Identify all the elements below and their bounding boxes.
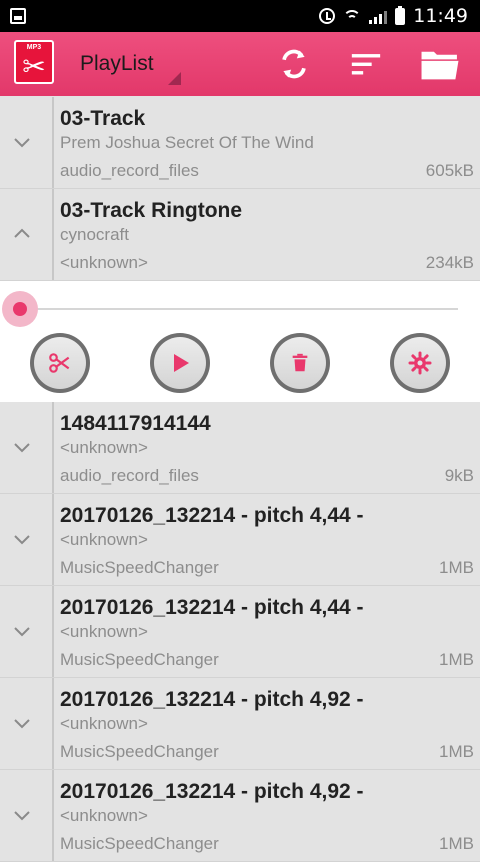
delete-button[interactable]: [270, 333, 330, 393]
chevron-down-icon[interactable]: [12, 808, 32, 822]
chevron-down-icon[interactable]: [12, 440, 32, 454]
sort-icon: [351, 54, 381, 75]
status-icons: 11:49: [319, 0, 468, 32]
track-size: 9kB: [444, 466, 474, 485]
track-title: 20170126_132214 - pitch 4,44 -: [60, 504, 364, 527]
list-item[interactable]: 1484117914144 <unknown> audio_record_fil…: [0, 402, 480, 494]
row-divider: [52, 770, 54, 861]
app-logo-text: MP3: [26, 44, 42, 51]
chevron-down-icon[interactable]: [12, 624, 32, 638]
playlist: 03-Track Prem Joshua Secret Of The Wind …: [0, 97, 480, 862]
sort-button[interactable]: [344, 42, 388, 86]
chevron-down-icon[interactable]: [12, 532, 32, 546]
track-artist: <unknown>: [60, 530, 148, 549]
list-item[interactable]: 20170126_132214 - pitch 4,92 - <unknown>…: [0, 770, 480, 862]
track-title: 03-Track: [60, 107, 146, 130]
seek-bar[interactable]: [20, 308, 458, 310]
track-title: 20170126_132214 - pitch 4,44 -: [60, 596, 364, 619]
track-folder: audio_record_files: [60, 161, 199, 180]
row-divider: [52, 189, 54, 280]
refresh-button[interactable]: [272, 42, 316, 86]
track-size: 1MB: [439, 742, 474, 761]
track-artist: <unknown>: [60, 806, 148, 825]
alarm-icon: [319, 8, 336, 24]
list-item[interactable]: 20170126_132214 - pitch 4,44 - <unknown>…: [0, 586, 480, 678]
track-folder: audio_record_files: [60, 466, 199, 485]
row-divider: [52, 494, 54, 585]
track-artist: cynocraft: [60, 225, 129, 244]
track-folder: MusicSpeedChanger: [60, 558, 219, 577]
track-folder: MusicSpeedChanger: [60, 742, 219, 761]
row-divider: [52, 586, 54, 677]
track-title: 20170126_132214 - pitch 4,92 -: [60, 780, 364, 803]
app-bar: MP3 ✂ PlayList: [0, 32, 480, 96]
track-folder: MusicSpeedChanger: [60, 834, 219, 853]
folder-icon: [421, 51, 459, 80]
list-item-expanded[interactable]: 03-Track Ringtone cynocraft <unknown> 23…: [0, 189, 480, 281]
track-title: 1484117914144: [60, 412, 211, 435]
cut-button[interactable]: [30, 333, 90, 393]
settings-button[interactable]: [390, 333, 450, 393]
scissors-logo-icon: ✂: [22, 51, 46, 82]
list-item[interactable]: 03-Track Prem Joshua Secret Of The Wind …: [0, 97, 480, 189]
list-item[interactable]: 20170126_132214 - pitch 4,92 - <unknown>…: [0, 678, 480, 770]
track-size: 1MB: [439, 558, 474, 577]
track-size: 234kB: [425, 253, 474, 272]
track-size: 1MB: [439, 650, 474, 669]
gallery-notification-icon: [10, 8, 26, 24]
wifi-icon: [343, 8, 362, 24]
track-folder: <unknown>: [60, 253, 148, 272]
status-bar: 11:49: [0, 0, 480, 32]
dropdown-arrow-icon[interactable]: [168, 72, 181, 85]
chevron-down-icon[interactable]: [12, 716, 32, 730]
track-artist: Prem Joshua Secret Of The Wind: [60, 133, 314, 152]
gear-icon: [408, 351, 432, 375]
play-button[interactable]: [150, 333, 210, 393]
trash-icon: [292, 353, 308, 372]
chevron-down-icon[interactable]: [12, 135, 32, 149]
player-panel: [0, 281, 480, 402]
row-divider: [52, 402, 54, 493]
row-divider: [52, 97, 54, 188]
list-item[interactable]: 20170126_132214 - pitch 4,44 - <unknown>…: [0, 494, 480, 586]
seek-thumb[interactable]: [2, 291, 38, 327]
status-time: 11:49: [413, 5, 468, 27]
scissors-icon: [49, 353, 70, 373]
refresh-icon: [282, 49, 306, 79]
track-title: 20170126_132214 - pitch 4,92 -: [60, 688, 364, 711]
track-artist: <unknown>: [60, 622, 148, 641]
track-artist: <unknown>: [60, 714, 148, 733]
battery-icon: [395, 5, 406, 25]
track-title: 03-Track Ringtone: [60, 199, 243, 222]
track-size: 1MB: [439, 834, 474, 853]
row-divider: [52, 678, 54, 769]
signal-icon: [369, 8, 388, 24]
track-folder: MusicSpeedChanger: [60, 650, 219, 669]
open-folder-button[interactable]: [418, 42, 462, 86]
playlist-dropdown[interactable]: PlayList: [80, 52, 154, 76]
play-icon: [174, 354, 189, 372]
track-size: 605kB: [425, 161, 474, 180]
chevron-up-icon[interactable]: [12, 227, 32, 241]
track-artist: <unknown>: [60, 438, 148, 457]
app-logo: MP3 ✂: [14, 40, 54, 84]
